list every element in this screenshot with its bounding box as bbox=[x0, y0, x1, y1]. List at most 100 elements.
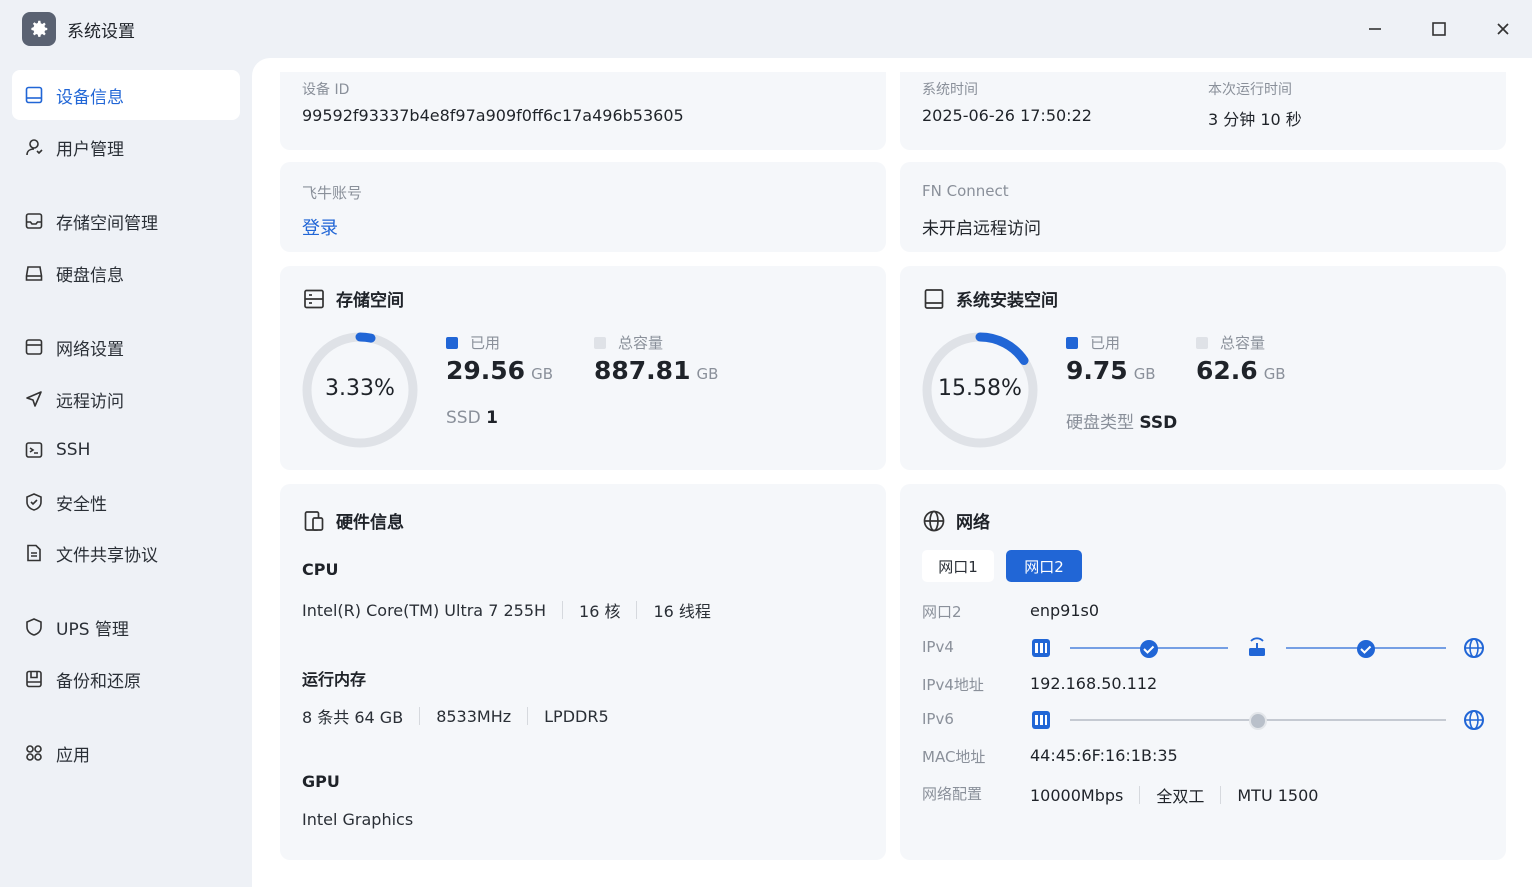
sidebar-item-label: 文件共享协议 bbox=[56, 545, 158, 566]
ipv6-label: IPv6 bbox=[922, 710, 954, 728]
divider bbox=[1220, 786, 1222, 804]
system-used-value: 9.75 GB bbox=[1066, 356, 1156, 385]
storage-total-legend: 总容量 bbox=[594, 332, 663, 353]
system-total-number: 62.6 bbox=[1196, 356, 1258, 385]
memory-type: LPDDR5 bbox=[544, 706, 609, 726]
internet-globe-icon bbox=[1464, 638, 1484, 658]
sidebar: 设备信息 用户管理 存储空间管理 硬盘信息 网络设置 远程访问 SSH 安全性 … bbox=[0, 58, 252, 887]
tab-port-1[interactable]: 网口1 bbox=[922, 550, 994, 582]
ssd-count: 1 bbox=[486, 408, 498, 428]
system-used-number: 9.75 bbox=[1066, 356, 1128, 385]
system-time-label: 系统时间 bbox=[922, 82, 978, 98]
storage-title: 存储空间 bbox=[302, 286, 404, 311]
device-id-label: 设备 ID bbox=[302, 82, 350, 98]
tab-port-2[interactable]: 网口2 bbox=[1006, 550, 1082, 582]
system-used-legend: 已用 bbox=[1066, 332, 1120, 353]
config-duplex: 全双工 bbox=[1156, 787, 1205, 806]
sidebar-item-user-management[interactable]: 用户管理 bbox=[12, 122, 240, 172]
storage-icon bbox=[24, 211, 44, 231]
internet-globe-icon bbox=[1464, 710, 1484, 730]
mac-value: 44:45:6F:16:1B:35 bbox=[1030, 746, 1178, 765]
device-icon bbox=[24, 85, 44, 105]
disk-type-value: SSD bbox=[1139, 413, 1178, 433]
system-time-value: 2025-06-26 17:50:22 bbox=[922, 106, 1092, 125]
network-title: 网络 bbox=[922, 508, 990, 533]
ipv6-status-dot bbox=[1249, 712, 1267, 730]
gpu-heading: GPU bbox=[302, 772, 340, 791]
sidebar-item-ssh[interactable]: SSH bbox=[12, 425, 240, 475]
gpu-row: Intel Graphics bbox=[302, 810, 413, 829]
storage-title-text: 存储空间 bbox=[336, 291, 404, 311]
settings-gear-icon bbox=[22, 12, 56, 46]
send-icon bbox=[24, 389, 44, 409]
storage-total-number: 887.81 bbox=[594, 356, 691, 385]
sidebar-item-file-sharing[interactable]: 文件共享协议 bbox=[12, 528, 240, 578]
terminal-icon bbox=[24, 440, 44, 460]
sidebar-item-label: UPS 管理 bbox=[56, 619, 129, 640]
storage-ssd-info: SSD 1 bbox=[446, 408, 498, 428]
cpu-row: Intel(R) Core(TM) Ultra 7 255H 16 核 16 线… bbox=[302, 598, 711, 622]
sidebar-item-network-settings[interactable]: 网络设置 bbox=[12, 322, 240, 372]
shield-check-icon bbox=[24, 492, 44, 512]
sidebar-item-label: 存储空间管理 bbox=[56, 213, 158, 234]
storage-used-legend: 已用 bbox=[446, 332, 500, 353]
minimize-button[interactable] bbox=[1360, 14, 1390, 44]
storage-used-value: 29.56 GB bbox=[446, 356, 553, 385]
ipv4-check-icon-2 bbox=[1357, 640, 1375, 658]
used-swatch bbox=[446, 337, 458, 349]
backup-icon bbox=[24, 669, 44, 689]
disk-type-label: 硬盘类型 bbox=[1066, 413, 1134, 433]
sidebar-item-storage-management[interactable]: 存储空间管理 bbox=[12, 196, 240, 246]
device-id-card: 设备 ID 99592f93337b4e8f97a909f0ff6c17a496… bbox=[280, 72, 886, 150]
user-icon bbox=[24, 137, 44, 157]
hardware-title: 硬件信息 bbox=[302, 508, 404, 533]
storage-used-number: 29.56 bbox=[446, 356, 526, 385]
ups-shield-icon bbox=[24, 617, 44, 637]
sidebar-item-label: 硬盘信息 bbox=[56, 265, 124, 286]
system-used-label: 已用 bbox=[1090, 334, 1121, 352]
sidebar-item-label: 设备信息 bbox=[56, 87, 124, 108]
ipv4-label: IPv4 bbox=[922, 638, 954, 656]
divider bbox=[527, 707, 529, 725]
memory-row: 8 条共 64 GB 8533MHz LPDDR5 bbox=[302, 704, 609, 728]
config-mtu: MTU 1500 bbox=[1237, 785, 1319, 805]
cpu-model: Intel(R) Core(TM) Ultra 7 255H bbox=[302, 600, 547, 620]
system-space-title-text: 系统安装空间 bbox=[956, 291, 1058, 311]
ipv4-address-label: IPv4地址 bbox=[922, 676, 984, 694]
sidebar-item-apps[interactable]: 应用 bbox=[12, 728, 240, 778]
total-swatch bbox=[594, 337, 606, 349]
sidebar-item-label: 备份和还原 bbox=[56, 671, 141, 692]
ipv6-path bbox=[1032, 710, 1484, 730]
divider bbox=[1139, 786, 1141, 804]
system-total-unit: GB bbox=[1263, 365, 1286, 383]
scroll-shadow bbox=[280, 86, 1506, 87]
login-link[interactable]: 登录 bbox=[302, 214, 338, 240]
sidebar-item-device-info[interactable]: 设备信息 bbox=[12, 70, 240, 120]
close-button[interactable] bbox=[1488, 14, 1518, 44]
system-space-percent: 15.58% bbox=[938, 376, 1022, 401]
hardware-devices-icon bbox=[302, 509, 326, 533]
sidebar-item-label: 用户管理 bbox=[56, 139, 124, 160]
maximize-button[interactable] bbox=[1424, 14, 1454, 44]
ipv4-path bbox=[1032, 637, 1484, 658]
sidebar-item-backup-restore[interactable]: 备份和还原 bbox=[12, 654, 240, 704]
account-card: 飞牛账号 登录 bbox=[280, 162, 886, 252]
minimize-icon bbox=[1369, 28, 1381, 30]
ipv4-check-icon-1 bbox=[1140, 640, 1158, 658]
port-value: enp91s0 bbox=[1030, 601, 1100, 620]
sidebar-item-security[interactable]: 安全性 bbox=[12, 477, 240, 527]
memory-heading: 运行内存 bbox=[302, 670, 367, 689]
system-time-card: 系统时间 2025-06-26 17:50:22 本次运行时间 3 分钟 10 … bbox=[900, 72, 1506, 150]
mac-label: MAC地址 bbox=[922, 748, 986, 766]
sidebar-item-disk-info[interactable]: 硬盘信息 bbox=[12, 248, 240, 298]
cpu-threads: 16 线程 bbox=[653, 602, 711, 621]
apps-icon bbox=[24, 743, 44, 763]
disk-icon bbox=[24, 263, 44, 283]
close-icon bbox=[1497, 23, 1509, 35]
sidebar-item-remote-access[interactable]: 远程访问 bbox=[12, 374, 240, 424]
device-id-value: 99592f93337b4e8f97a909f0ff6c17a496b53605 bbox=[302, 106, 684, 125]
sidebar-item-ups[interactable]: UPS 管理 bbox=[12, 602, 240, 652]
window-title: 系统设置 bbox=[67, 22, 135, 42]
storage-total-value: 887.81 GB bbox=[594, 356, 718, 385]
network-title-text: 网络 bbox=[956, 513, 990, 533]
